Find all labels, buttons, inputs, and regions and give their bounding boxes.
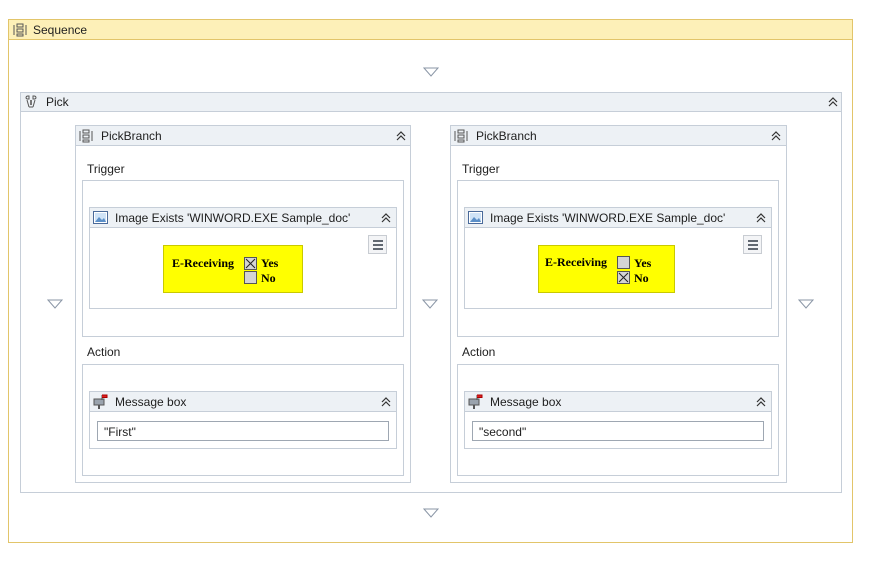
trigger-label: Trigger xyxy=(87,162,125,176)
preview-no-label: No xyxy=(261,271,276,285)
mailbox-icon xyxy=(93,394,108,409)
pick-branch-1[interactable]: PickBranch Trigger Image Exists 'WINWORD… xyxy=(75,125,411,483)
trigger-label: Trigger xyxy=(462,162,500,176)
message-text-input[interactable]: "second" xyxy=(472,421,764,441)
trigger-slot[interactable]: Image Exists 'WINWORD.EXE Sample_doc' E-… xyxy=(82,180,404,337)
pick-branch-header[interactable]: PickBranch xyxy=(451,126,786,146)
message-box-header[interactable]: Message box xyxy=(465,392,771,412)
image-exists-activity[interactable]: Image Exists 'WINWORD.EXE Sample_doc' E-… xyxy=(89,207,397,309)
checkbox-icon xyxy=(617,256,630,269)
image-exists-title: Image Exists 'WINWORD.EXE Sample_doc' xyxy=(115,211,351,225)
drop-target-arrow-icon[interactable] xyxy=(423,67,439,77)
drop-target-arrow-icon[interactable] xyxy=(798,299,814,309)
sequence-title: Sequence xyxy=(33,23,88,37)
pick-container[interactable]: Pick PickBranch Trigger Image Exists 'WI… xyxy=(20,92,842,493)
image-icon xyxy=(93,211,108,224)
action-slot[interactable]: Message box "second" xyxy=(457,364,779,476)
drop-target-arrow-icon[interactable] xyxy=(423,508,439,518)
image-exists-activity[interactable]: Image Exists 'WINWORD.EXE Sample_doc' E-… xyxy=(464,207,772,309)
sequence-icon xyxy=(13,23,27,37)
action-label: Action xyxy=(87,345,121,359)
collapse-icon[interactable] xyxy=(770,130,782,142)
mailbox-icon xyxy=(468,394,483,409)
collapse-icon[interactable] xyxy=(380,212,392,224)
action-slot[interactable]: Message box "First" xyxy=(82,364,404,476)
message-box-title: Message box xyxy=(490,395,562,409)
preview-label: E-Receiving xyxy=(172,256,234,270)
message-box-activity[interactable]: Message box "First" xyxy=(89,391,397,449)
pick-branch-header[interactable]: PickBranch xyxy=(76,126,410,146)
drop-target-arrow-icon[interactable] xyxy=(422,299,438,309)
pick-branch-2[interactable]: PickBranch Trigger Image Exists 'WINWORD… xyxy=(450,125,787,483)
preview-yes-label: Yes xyxy=(634,256,652,270)
trigger-slot[interactable]: Image Exists 'WINWORD.EXE Sample_doc' E-… xyxy=(457,180,779,337)
sequence-header[interactable]: Sequence xyxy=(9,20,852,40)
checkbox-icon xyxy=(244,271,257,284)
message-box-header[interactable]: Message box xyxy=(90,392,396,412)
pick-branch-icon xyxy=(79,129,93,143)
collapse-icon[interactable] xyxy=(380,396,392,408)
message-box-title: Message box xyxy=(115,395,187,409)
pick-branch-title: PickBranch xyxy=(476,129,537,143)
pick-header[interactable]: Pick xyxy=(21,93,841,112)
collapse-icon[interactable] xyxy=(395,130,407,142)
collapse-icon[interactable] xyxy=(755,212,767,224)
pick-icon xyxy=(25,95,37,108)
image-exists-title: Image Exists 'WINWORD.EXE Sample_doc' xyxy=(490,211,726,225)
pick-branch-title: PickBranch xyxy=(101,129,162,143)
checkbox-checked-icon xyxy=(617,271,630,284)
pick-branch-icon xyxy=(454,129,468,143)
image-exists-header[interactable]: Image Exists 'WINWORD.EXE Sample_doc' xyxy=(90,208,396,228)
collapse-icon[interactable] xyxy=(755,396,767,408)
action-label: Action xyxy=(462,345,496,359)
menu-icon[interactable] xyxy=(368,235,387,254)
drop-target-arrow-icon[interactable] xyxy=(47,299,63,309)
message-box-activity[interactable]: Message box "second" xyxy=(464,391,772,449)
checkbox-checked-icon xyxy=(244,257,257,270)
sequence-container[interactable]: Sequence Pick PickBranch Trigger Image E… xyxy=(8,19,853,543)
pick-title: Pick xyxy=(46,95,69,109)
menu-icon[interactable] xyxy=(743,235,762,254)
image-preview: E-Receiving Yes No xyxy=(538,245,675,293)
message-text-input[interactable]: "First" xyxy=(97,421,389,441)
image-exists-header[interactable]: Image Exists 'WINWORD.EXE Sample_doc' xyxy=(465,208,771,228)
collapse-icon[interactable] xyxy=(827,96,839,108)
preview-label: E-Receiving xyxy=(545,255,607,269)
preview-yes-label: Yes xyxy=(261,256,279,270)
preview-no-label: No xyxy=(634,271,649,285)
image-preview: E-Receiving Yes No xyxy=(163,245,303,293)
image-icon xyxy=(468,211,483,224)
